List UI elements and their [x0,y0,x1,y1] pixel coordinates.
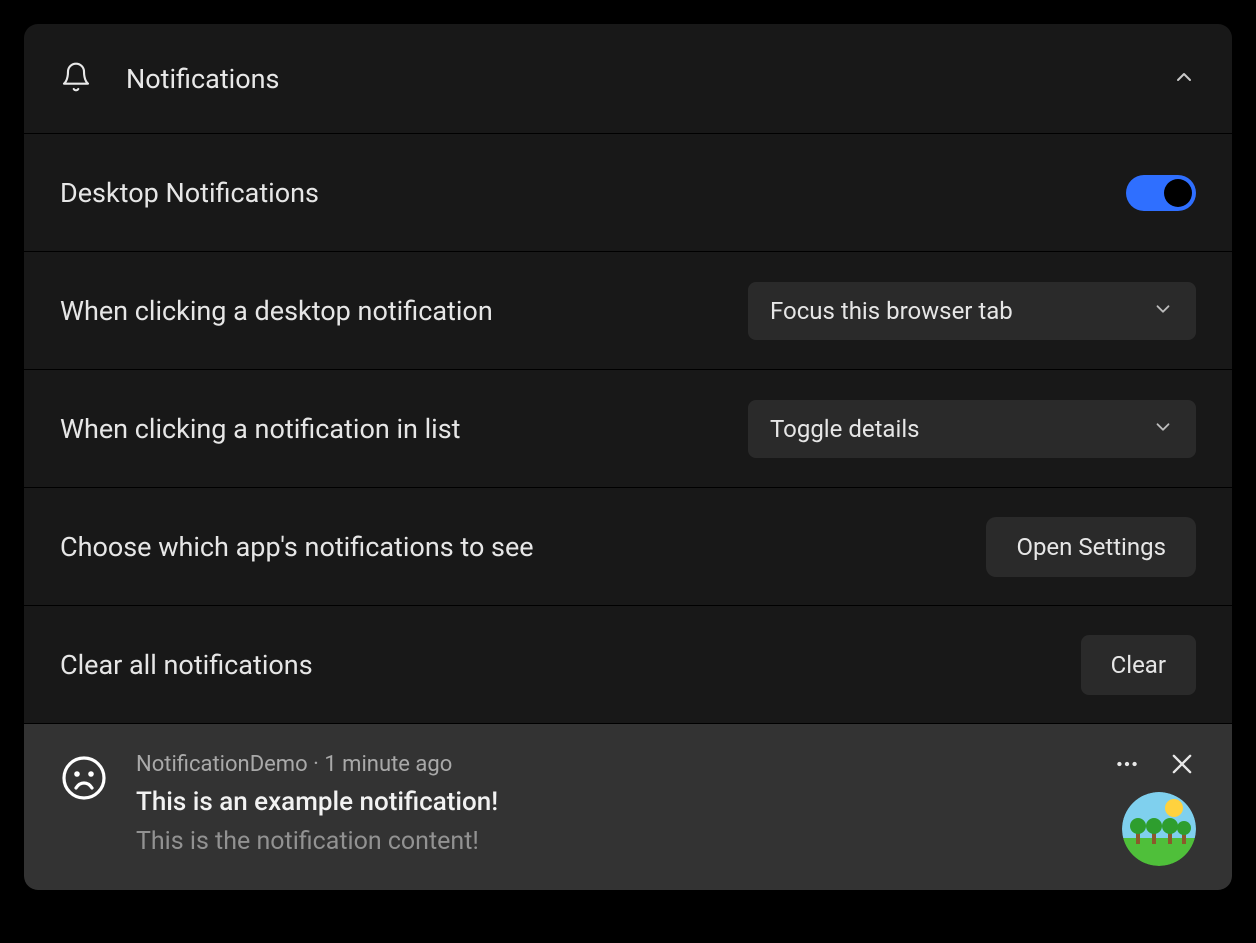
panel-header[interactable]: Notifications [24,24,1232,134]
open-settings-button[interactable]: Open Settings [986,517,1196,577]
notifications-panel: Notifications Desktop Notifications When… [24,24,1232,890]
sad-face-icon [60,754,108,802]
notification-thumbnail [1122,792,1196,866]
notification-body: NotificationDemo · 1 minute ago This is … [136,752,1196,856]
row-desktop-notifications: Desktop Notifications [24,134,1232,252]
label-click-list: When clicking a notification in list [60,413,461,445]
label-click-desktop: When clicking a desktop notification [60,295,493,327]
notification-content: This is the notification content! [136,827,1196,856]
notification-card[interactable]: NotificationDemo · 1 minute ago This is … [24,724,1232,890]
select-click-desktop[interactable]: Focus this browser tab [748,282,1196,340]
notification-time: 1 minute ago [324,752,452,777]
header-left: Notifications [60,61,279,97]
row-click-list: When clicking a notification in list Tog… [24,370,1232,488]
select-click-list[interactable]: Toggle details [748,400,1196,458]
clear-button[interactable]: Clear [1081,635,1196,695]
chevron-down-icon [1152,416,1174,442]
notification-meta: NotificationDemo · 1 minute ago [136,752,1196,777]
panel-title: Notifications [126,63,279,95]
close-icon[interactable] [1168,750,1196,778]
select-click-desktop-value: Focus this browser tab [770,297,1013,325]
select-click-list-value: Toggle details [770,415,920,443]
label-desktop-notifications: Desktop Notifications [60,177,319,209]
row-click-desktop: When clicking a desktop notification Foc… [24,252,1232,370]
bell-icon [60,61,92,97]
label-choose-apps: Choose which app's notifications to see [60,531,534,563]
chevron-up-icon[interactable] [1172,65,1196,93]
toggle-knob [1164,179,1192,207]
row-clear-all: Clear all notifications Clear [24,606,1232,724]
notification-title: This is an example notification! [136,787,1196,817]
more-icon[interactable] [1114,751,1140,777]
notification-separator: · [308,752,325,777]
notification-app: NotificationDemo [136,752,308,777]
row-choose-apps: Choose which app's notifications to see … [24,488,1232,606]
toggle-desktop-notifications[interactable] [1126,175,1196,211]
notification-actions [1114,750,1196,778]
chevron-down-icon [1152,298,1174,324]
label-clear-all: Clear all notifications [60,649,313,681]
